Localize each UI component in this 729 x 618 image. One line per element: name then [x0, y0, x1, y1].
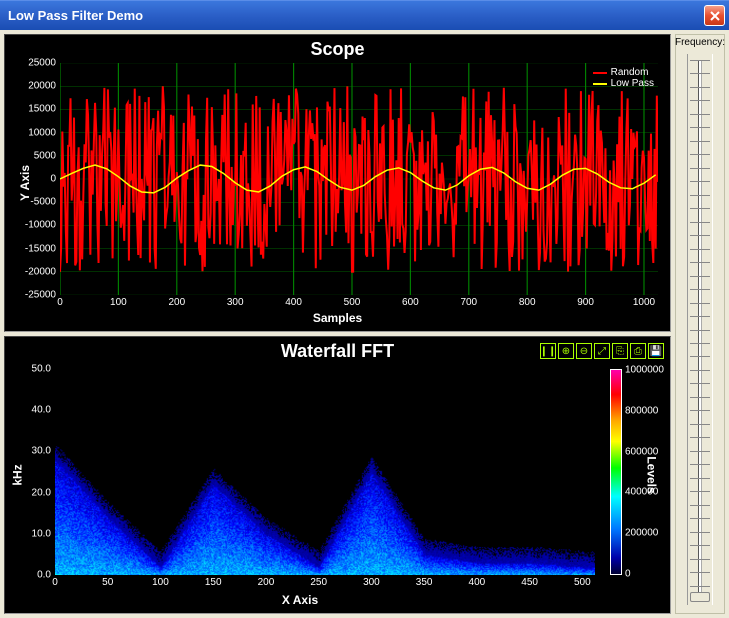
scope-xtick: 100 — [110, 295, 127, 308]
waterfall-toolbar: ❙❙ ⊕ ⊖ ⤢ ⎘ ⎙ 💾 — [540, 343, 664, 359]
scope-svg — [60, 63, 658, 295]
close-icon — [710, 11, 720, 21]
pause-button[interactable]: ❙❙ — [540, 343, 556, 359]
scope-ytick: 15000 — [28, 104, 60, 115]
scope-xtick: 200 — [168, 295, 185, 308]
zoom-in-icon: ⊕ — [562, 346, 570, 357]
slider-thumb[interactable] — [690, 592, 710, 602]
scope-xtick: 500 — [344, 295, 361, 308]
zoom-fit-icon: ⤢ — [598, 346, 606, 357]
waterfall-xtick: 150 — [205, 575, 222, 588]
waterfall-ylabel: kHz — [11, 464, 25, 485]
legend-item-lowpass: Low Pass — [593, 78, 654, 89]
save-icon: 💾 — [650, 346, 662, 357]
waterfall-colorbar: 10000008000006000004000002000000 — [610, 369, 622, 575]
scope-legend: Random Low Pass — [593, 67, 654, 89]
print-icon: ⎙ — [634, 346, 642, 357]
colorbar-tick: 800000 — [621, 405, 658, 416]
waterfall-xtick: 100 — [152, 575, 169, 588]
scope-ytick: -10000 — [25, 220, 60, 231]
scope-panel: Scope Y Axis Random Low Pass 25000200001… — [4, 34, 671, 332]
scope-xtick: 400 — [285, 295, 302, 308]
save-button[interactable]: 💾 — [648, 343, 664, 359]
waterfall-levels-label: Levels — [644, 456, 658, 493]
waterfall-xtick: 500 — [574, 575, 591, 588]
scope-ytick: 5000 — [34, 150, 60, 161]
waterfall-xtick: 300 — [363, 575, 380, 588]
slider-ticks — [690, 60, 710, 599]
zoom-out-icon: ⊖ — [580, 346, 588, 357]
waterfall-canvas — [55, 369, 595, 575]
scope-xlabel: Samples — [5, 311, 670, 329]
frequency-sidebar: Frequency: — [675, 34, 725, 614]
legend-swatch-random — [593, 72, 607, 74]
frequency-slider[interactable] — [687, 54, 713, 605]
scope-ytick: -15000 — [25, 243, 60, 254]
pause-icon: ❙❙ — [540, 346, 557, 357]
legend-swatch-lowpass — [593, 83, 607, 85]
waterfall-xtick: 250 — [310, 575, 327, 588]
waterfall-xtick: 400 — [469, 575, 486, 588]
waterfall-ytick: 40.0 — [32, 405, 55, 416]
colorbar-tick: 0 — [621, 569, 631, 580]
waterfall-ytick: 30.0 — [32, 446, 55, 457]
frequency-label: Frequency: — [675, 37, 725, 48]
waterfall-plot-area: 50.040.030.020.010.00.0 0501001502002503… — [55, 369, 595, 575]
print-button[interactable]: ⎙ — [630, 343, 646, 359]
zoom-out-button[interactable]: ⊖ — [576, 343, 592, 359]
waterfall-xtick: 0 — [52, 575, 58, 588]
scope-ylabel: Y Axis — [18, 165, 32, 201]
waterfall-ytick: 50.0 — [32, 364, 55, 375]
scope-xtick: 0 — [57, 295, 63, 308]
close-button[interactable] — [704, 5, 725, 26]
waterfall-xtick: 450 — [521, 575, 538, 588]
scope-xtick: 900 — [577, 295, 594, 308]
waterfall-ytick: 20.0 — [32, 487, 55, 498]
scope-ytick: 10000 — [28, 127, 60, 138]
scope-xtick: 600 — [402, 295, 419, 308]
copy-button[interactable]: ⎘ — [612, 343, 628, 359]
window-titlebar: Low Pass Filter Demo — [0, 0, 729, 30]
scope-plot-area: Random Low Pass 250002000015000100005000… — [60, 63, 658, 295]
scope-ytick: 20000 — [28, 81, 60, 92]
scope-ytick: -25000 — [25, 290, 60, 301]
zoom-in-button[interactable]: ⊕ — [558, 343, 574, 359]
window-title: Low Pass Filter Demo — [8, 8, 143, 23]
waterfall-xlabel: X Axis — [5, 593, 595, 611]
scope-ytick: -5000 — [30, 197, 60, 208]
copy-icon: ⎘ — [616, 346, 624, 357]
scope-ytick: 0 — [50, 174, 60, 185]
legend-item-random: Random — [593, 67, 654, 78]
scope-xtick: 700 — [460, 295, 477, 308]
scope-ytick: 25000 — [28, 58, 60, 69]
waterfall-panel: Waterfall FFT ❙❙⊕⊖⤢⎘⎙💾 kHz 50.040.030.02… — [4, 336, 671, 614]
scope-xtick: 300 — [227, 295, 244, 308]
scope-ytick: -20000 — [25, 266, 60, 277]
zoom-fit-button[interactable]: ⤢ — [594, 343, 610, 359]
waterfall-xtick: 350 — [416, 575, 433, 588]
waterfall-ytick: 10.0 — [32, 528, 55, 539]
scope-xtick: 1000 — [633, 295, 655, 308]
client-area: Scope Y Axis Random Low Pass 25000200001… — [0, 30, 729, 618]
colorbar-tick: 200000 — [621, 528, 658, 539]
waterfall-xtick: 200 — [258, 575, 275, 588]
waterfall-xtick: 50 — [102, 575, 113, 588]
scope-title: Scope — [5, 35, 670, 60]
colorbar-tick: 1000000 — [621, 365, 664, 376]
plots-column: Scope Y Axis Random Low Pass 25000200001… — [4, 34, 671, 614]
scope-xtick: 800 — [519, 295, 536, 308]
